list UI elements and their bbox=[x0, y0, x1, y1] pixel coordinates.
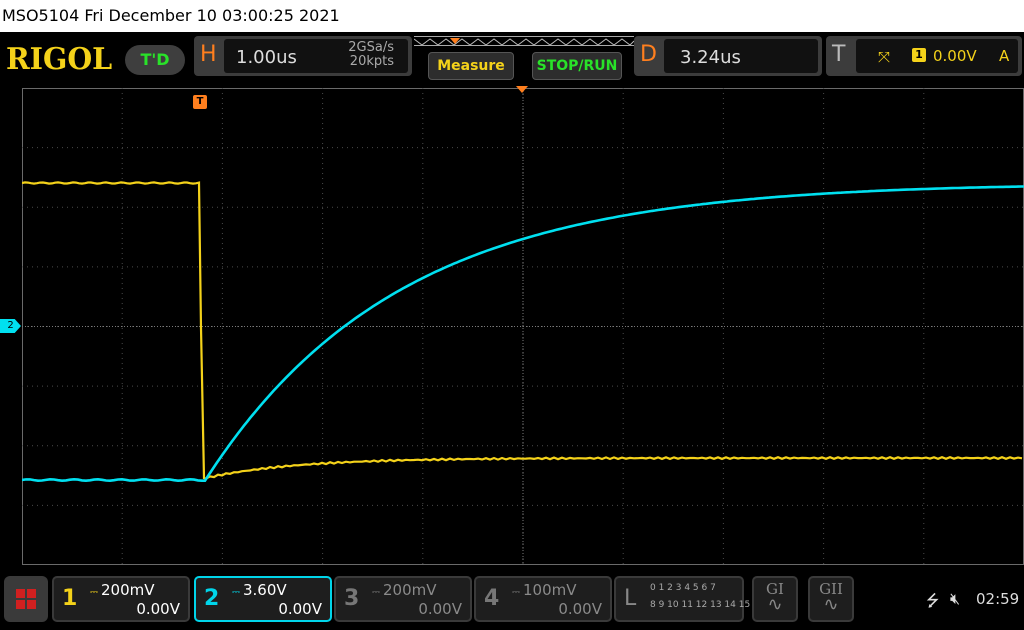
channel-number: 1 bbox=[62, 586, 78, 611]
timebase-value: 1.00us bbox=[236, 47, 297, 68]
bottom-bar: 1 ⎓ 200mV 0.00V 2 ⎓ 3.60V 0.00V 3 ⎓ 200mV 0.00V 4 ⎓ 10… bbox=[0, 570, 1024, 630]
top-toolbar: RIGOL T'D H 1.00us 2GSa/s 20kpts Measure… bbox=[0, 32, 1024, 88]
horizontal-readout: 1.00us 2GSa/s 20kpts bbox=[224, 39, 408, 73]
dc-coupling-icon: ⎓ bbox=[512, 587, 520, 598]
speaker-muted-icon[interactable]: 🔇︎ bbox=[950, 589, 960, 609]
channel-scale-value: 3.60V bbox=[242, 581, 287, 599]
run-status-badge[interactable]: T'D bbox=[125, 45, 185, 75]
acquisition-info: 2GSa/s 20kpts bbox=[348, 41, 394, 69]
window-title: MSO5104 Fri December 10 03:00:25 2021 bbox=[2, 6, 340, 25]
channel-scale-value: 100mV bbox=[522, 581, 577, 599]
channel-offset: 0.00V bbox=[136, 600, 180, 618]
waveform-display[interactable] bbox=[22, 88, 1024, 565]
delay-panel[interactable]: D 3.24us bbox=[634, 36, 822, 76]
title-bar: MSO5104 Fri December 10 03:00:25 2021 bbox=[0, 0, 1024, 32]
channel-1-trace bbox=[22, 181, 1023, 480]
channel-scale: ⎓ 100mV bbox=[512, 581, 577, 599]
horizontal-center-marker bbox=[516, 86, 528, 93]
waveform-canvas[interactable] bbox=[22, 88, 1024, 565]
falling-edge-icon: ⤧ bbox=[878, 48, 891, 66]
delay-value: 3.24us bbox=[680, 47, 741, 68]
channel-offset: 0.00V bbox=[418, 600, 462, 618]
generator-1-button[interactable]: GI ∿ bbox=[752, 576, 798, 622]
trigger-panel[interactable]: T ⤧ 1 0.00V A bbox=[826, 36, 1022, 76]
trigger-label: T bbox=[832, 42, 846, 67]
system-clock: 02:59 bbox=[976, 590, 1020, 608]
ch2-ground-marker[interactable]: 2 bbox=[0, 319, 21, 333]
horizontal-panel[interactable]: H 1.00us 2GSa/s 20kpts bbox=[194, 36, 412, 76]
channel-4-panel[interactable]: 4 ⎓ 100mV 0.00V bbox=[474, 576, 612, 622]
channel-scale-value: 200mV bbox=[100, 581, 155, 599]
sine-wave-icon: ∿ bbox=[823, 594, 839, 615]
channel-scale-value: 200mV bbox=[382, 581, 437, 599]
memory-depth: 20kpts bbox=[349, 54, 394, 69]
sample-rate: 2GSa/s bbox=[348, 40, 394, 55]
channel-1-panel[interactable]: 1 ⎓ 200mV 0.00V bbox=[52, 576, 190, 622]
channel-scale: ⎓ 200mV bbox=[90, 581, 155, 599]
channel-offset: 0.00V bbox=[558, 600, 602, 618]
dc-coupling-icon: ⎓ bbox=[372, 587, 380, 598]
trigger-mode: A bbox=[999, 47, 1010, 65]
horizontal-label: H bbox=[200, 42, 217, 67]
channel-2-panel[interactable]: 2 ⎓ 3.60V 0.00V bbox=[194, 576, 332, 622]
logic-channels-row-2: 8 9 10 11 12 13 14 15 bbox=[650, 600, 751, 610]
trigger-position-marker[interactable]: T bbox=[193, 95, 207, 109]
sine-wave-icon: ∿ bbox=[767, 594, 783, 615]
channel-3-panel[interactable]: 3 ⎓ 200mV 0.00V bbox=[334, 576, 472, 622]
dc-coupling-icon: ⎓ bbox=[90, 587, 98, 598]
memory-position-marker bbox=[450, 38, 460, 44]
channel-number: 4 bbox=[484, 586, 500, 611]
dc-coupling-icon: ⎓ bbox=[232, 587, 240, 598]
memory-overview-strip bbox=[414, 36, 634, 46]
delay-label: D bbox=[640, 42, 657, 67]
trigger-readout: ⤧ 1 0.00V A bbox=[856, 39, 1018, 73]
delay-readout: 3.24us bbox=[664, 39, 818, 73]
main-menu-button[interactable] bbox=[4, 576, 48, 622]
generator-2-button[interactable]: GII ∿ bbox=[808, 576, 854, 622]
usb-icon: ⭍ bbox=[926, 591, 940, 610]
stop-run-button[interactable]: STOP/RUN bbox=[532, 52, 622, 80]
memory-overview-waveform bbox=[414, 38, 634, 45]
channel-offset: 0.00V bbox=[278, 600, 322, 618]
channel-scale: ⎓ 200mV bbox=[372, 581, 437, 599]
channel-scale: ⎓ 3.60V bbox=[232, 581, 287, 599]
measure-button[interactable]: Measure bbox=[428, 52, 514, 80]
trigger-source: 1 bbox=[912, 48, 926, 62]
logic-label: L bbox=[624, 586, 637, 611]
trigger-level: 0.00V bbox=[933, 47, 977, 65]
channel-number: 3 bbox=[344, 586, 360, 611]
logic-channels-row-1: 0 1 2 3 4 5 6 7 bbox=[650, 583, 716, 593]
rigol-logo: RIGOL bbox=[6, 42, 113, 77]
channel-number: 2 bbox=[204, 586, 220, 611]
logic-analyzer-panel[interactable]: L 0 1 2 3 4 5 6 7 8 9 10 11 12 13 14 15 bbox=[614, 576, 750, 622]
